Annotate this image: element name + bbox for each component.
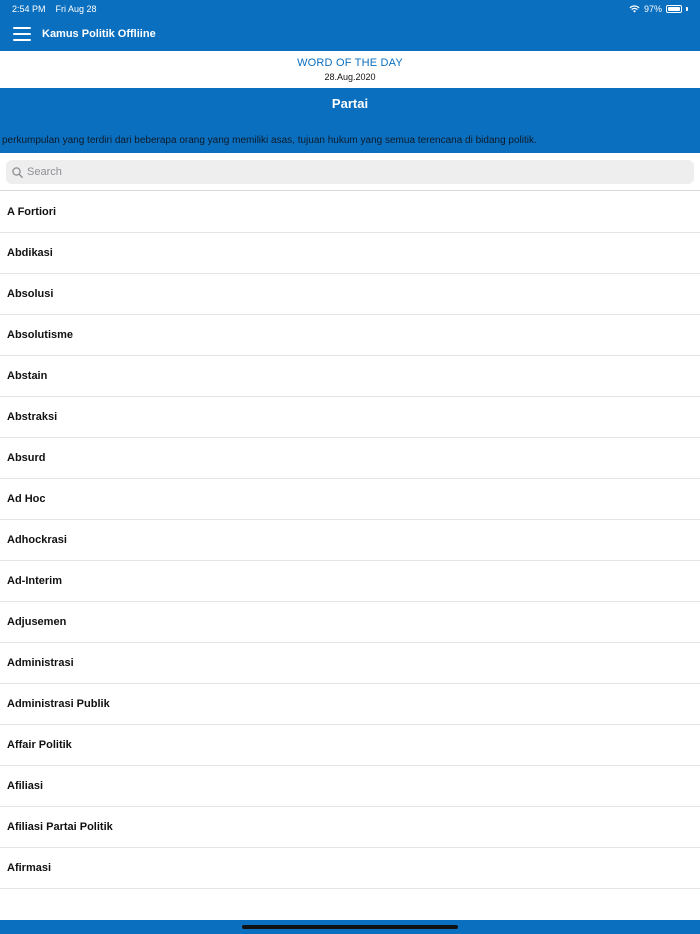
search-bar <box>0 153 700 191</box>
list-item[interactable]: Absolutisme <box>0 315 700 356</box>
navigation-bar: Kamus Politik Offliine <box>0 17 700 51</box>
bottom-bar <box>0 920 700 934</box>
search-icon <box>12 166 23 178</box>
battery-fill <box>668 6 680 11</box>
list-item[interactable]: Absolusi <box>0 274 700 315</box>
home-indicator[interactable] <box>242 925 458 929</box>
battery-tip <box>686 6 688 11</box>
term-list: A Fortiori Abdikasi Absolusi Absolutisme Abs… <box>0 192 700 920</box>
list-item[interactable]: Ad-Interim <box>0 561 700 602</box>
list-item[interactable]: Adhockrasi <box>0 520 700 561</box>
battery-icon <box>666 4 682 13</box>
list-item[interactable]: Administrasi Publik <box>0 684 700 725</box>
word-of-the-day-header: WORD OF THE DAY 28.Aug.2020 <box>0 51 700 88</box>
search-input[interactable] <box>27 166 667 178</box>
list-item[interactable]: Administrasi <box>0 643 700 684</box>
wifi-icon <box>629 4 640 12</box>
list-item[interactable]: Afiliasi Partai Politik <box>0 807 700 848</box>
search-field[interactable] <box>6 160 694 184</box>
list-item[interactable]: Abstain <box>0 356 700 397</box>
status-date: Fri Aug 28 <box>55 3 97 14</box>
hamburger-menu-icon <box>13 27 31 41</box>
list-item[interactable]: Absurd <box>0 438 700 479</box>
word-of-the-day-heading: WORD OF THE DAY <box>297 57 403 69</box>
battery-percent: 97% <box>643 3 662 14</box>
list-item[interactable]: Adjusemen <box>0 602 700 643</box>
app-title: Kamus Politik Offliine <box>42 28 156 40</box>
status-right: 97% <box>629 4 688 14</box>
word-of-the-day-date: 28.Aug.2020 <box>324 72 376 82</box>
list-item[interactable]: A Fortiori <box>0 192 700 233</box>
word-of-the-day-definition: perkumpulan yang terdiri dari beberapa o… <box>2 135 537 146</box>
word-of-the-day-word: Partai <box>331 96 369 111</box>
status-time: 2:54 PM <box>12 3 46 14</box>
menu-button[interactable] <box>2 17 42 51</box>
list-item[interactable]: Abdikasi <box>0 233 700 274</box>
word-of-the-day-panel: Partai perkumpulan yang terdiri dari beb… <box>0 88 700 153</box>
list-item[interactable]: Ad Hoc <box>0 479 700 520</box>
list-item[interactable]: Affair Politik <box>0 725 700 766</box>
status-bar: 2:54 PM Fri Aug 28 97% <box>0 0 700 17</box>
list-item[interactable]: Afiliasi <box>0 766 700 807</box>
list-item[interactable]: Abstraksi <box>0 397 700 438</box>
list-item[interactable]: Afirmasi <box>0 848 700 889</box>
